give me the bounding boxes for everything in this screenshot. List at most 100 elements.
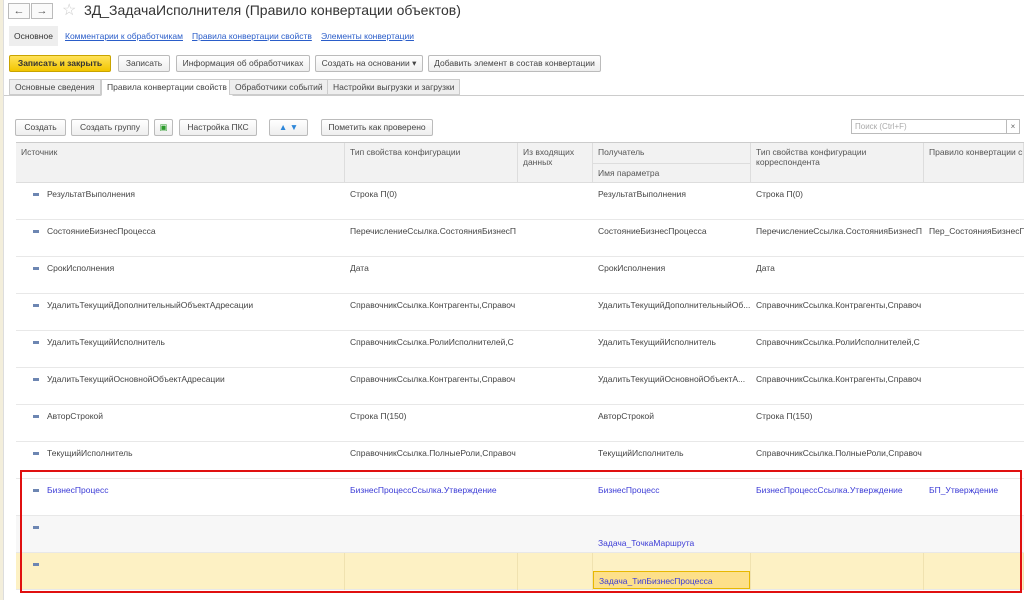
tab-general[interactable]: Основные сведения [9, 79, 101, 95]
cell-rule[interactable] [924, 331, 1024, 368]
table-row[interactable]: РезультатВыполнения Строка П(0) РезультатВ… [16, 183, 1024, 220]
cell-corr-type[interactable]: Строка П(0) [751, 183, 924, 220]
table-row[interactable]: БизнесПроцесс БизнесПроцессСсылка.Утвержд… [16, 479, 1024, 516]
property-rules-table[interactable]: Источник Тип свойства конфигурации Из вх… [16, 142, 1024, 600]
cell-incoming[interactable] [518, 331, 593, 368]
back-button[interactable]: ← [8, 3, 30, 19]
cell-rule[interactable] [924, 368, 1024, 405]
add-element-button[interactable]: Добавить элемент в состав конвертации [428, 55, 601, 72]
save-button[interactable]: Записать [118, 55, 170, 72]
clear-search-icon[interactable]: × [1006, 119, 1020, 134]
tab-property-rules[interactable]: Правила конвертации свойств [101, 79, 233, 96]
mark-checked-button[interactable]: Пометить как проверено [321, 119, 433, 136]
col-incoming[interactable]: Из входящих данных [518, 143, 593, 183]
cell-rule[interactable]: БП_Утверждение [924, 479, 1024, 516]
table-row[interactable]: УдалитьТекущийОсновнойОбъектАдресации Спр… [16, 368, 1024, 405]
cell-type[interactable]: СправочникСсылка.Контрагенты,Справоч [345, 294, 518, 331]
col-receiver[interactable]: Получатель Имя параметра [593, 143, 751, 183]
table-row[interactable]: АвторСтрокой Строка П(150) АвторСтрокой Стр… [16, 405, 1024, 442]
table-row[interactable]: ТекущийИсполнитель СправочникСсылка.Полны… [16, 442, 1024, 479]
handlers-info-button[interactable]: Информация об обработчиках [176, 55, 310, 72]
save-close-button[interactable]: Записать и закрыть [9, 55, 111, 72]
col-param[interactable]: Имя параметра [593, 163, 750, 182]
section-elements[interactable]: Элементы конвертации [321, 26, 414, 46]
cell-incoming[interactable] [518, 553, 593, 590]
favorite-star-icon[interactable]: ☆ [62, 0, 76, 20]
cell-incoming[interactable] [518, 257, 593, 294]
table-row[interactable]: СрокИсполнения Дата СрокИсполнения Дата [16, 257, 1024, 294]
section-comments[interactable]: Комментарии к обработчикам [65, 26, 183, 46]
cell-receiver[interactable]: БизнесПроцесс [593, 479, 751, 516]
cell-source[interactable]: РезультатВыполнения [16, 183, 345, 220]
cell-source[interactable]: ТекущийИсполнитель [16, 442, 345, 479]
create-button[interactable]: Создать [15, 119, 66, 136]
cell-corr-type[interactable]: СправочникСсылка.РолиИсполнителей,С [751, 331, 924, 368]
cell-rule[interactable] [924, 183, 1024, 220]
cell-receiver[interactable]: УдалитьТекущийДополнительныйОб... [593, 294, 751, 331]
cell-receiver[interactable]: СрокИсполнения [593, 257, 751, 294]
cell-corr-type[interactable]: СправочникСсылка.Контрагенты,Справоч [751, 294, 924, 331]
cell-source[interactable]: СостояниеБизнесПроцесса [16, 220, 345, 257]
cell-corr-type[interactable]: СправочникСсылка.Контрагенты,Справоч [751, 368, 924, 405]
cell-rule[interactable] [924, 516, 1024, 553]
table-row[interactable]: Задача_ТипБизнесПроцесса [16, 553, 1024, 590]
section-main[interactable]: Основное [9, 26, 58, 46]
section-property-rules[interactable]: Правила конвертации свойств [192, 26, 312, 46]
forward-button[interactable]: → [31, 3, 53, 19]
cell-type[interactable]: СправочникСсылка.РолиИсполнителей,С [345, 331, 518, 368]
cell-incoming[interactable] [518, 294, 593, 331]
cell-rule[interactable] [924, 442, 1024, 479]
cell-type[interactable]: СправочникСсылка.Контрагенты,Справоч [345, 368, 518, 405]
table-row[interactable]: УдалитьТекущийИсполнитель СправочникСсылк… [16, 331, 1024, 368]
table-row[interactable]: УдалитьТекущийДополнительныйОбъектАдреса… [16, 294, 1024, 331]
cell-rule[interactable] [924, 257, 1024, 294]
cell-source[interactable]: УдалитьТекущийОсновнойОбъектАдресации [16, 368, 345, 405]
table-row[interactable]: Задача_ТочкаМаршрута [16, 516, 1024, 553]
cell-source[interactable]: УдалитьТекущийДополнительныйОбъектАдреса… [16, 294, 345, 331]
col-rule[interactable]: Правило конвертации св [924, 143, 1024, 183]
cell-receiver[interactable]: УдалитьТекущийИсполнитель [593, 331, 751, 368]
create-group-button[interactable]: Создать группу [71, 119, 149, 136]
cell-receiver[interactable]: УдалитьТекущийОсновнойОбъектА... [593, 368, 751, 405]
cell-type[interactable]: Строка П(0) [345, 183, 518, 220]
arrow-down-icon[interactable]: ▼ [290, 122, 298, 132]
cell-rule[interactable] [924, 405, 1024, 442]
cell-incoming[interactable] [518, 220, 593, 257]
cell-type[interactable]: Дата [345, 257, 518, 294]
cell-source[interactable] [16, 516, 345, 553]
cell-receiver[interactable]: СостояниеБизнесПроцесса [593, 220, 751, 257]
col-type[interactable]: Тип свойства конфигурации [345, 143, 518, 183]
cell-receiver[interactable]: Задача_ТочкаМаршрута [593, 516, 751, 553]
create-based-button[interactable]: Создать на основании ▾ [315, 55, 423, 72]
cell-source[interactable]: АвторСтрокой [16, 405, 345, 442]
cell-rule[interactable]: Пер_СостоянияБизнесПр [924, 220, 1024, 257]
table-row[interactable]: СостояниеБизнесПроцесса ПеречислениеСсылк… [16, 220, 1024, 257]
param-name[interactable]: Задача_ТочкаМаршрута [593, 534, 751, 552]
cell-corr-type[interactable]: БизнесПроцессСсылка.Утверждение [751, 479, 924, 516]
cell-incoming[interactable] [518, 368, 593, 405]
cell-type[interactable] [345, 553, 518, 590]
cell-source[interactable] [16, 553, 345, 590]
cell-source[interactable]: УдалитьТекущийИсполнитель [16, 331, 345, 368]
pks-settings-button[interactable]: Настройка ПКС [179, 119, 257, 136]
col-corr-type[interactable]: Тип свойства конфигурации корреспондента [751, 143, 924, 183]
cell-corr-type[interactable]: ПеречислениеСсылка.СостоянияБизнесП [751, 220, 924, 257]
col-source[interactable]: Источник [16, 143, 345, 183]
cell-incoming[interactable] [518, 516, 593, 553]
cell-type[interactable]: Строка П(150) [345, 405, 518, 442]
arrow-up-icon[interactable]: ▲ [279, 122, 287, 132]
cell-corr-type[interactable]: Строка П(150) [751, 405, 924, 442]
tab-export-settings[interactable]: Настройки выгрузки и загрузки [327, 79, 461, 95]
add-file-icon[interactable]: ▣ [154, 119, 173, 136]
cell-type[interactable]: ПеречислениеСсылка.СостоянияБизнесП [345, 220, 518, 257]
cell-type[interactable]: БизнесПроцессСсылка.Утверждение [345, 479, 518, 516]
move-up-down-buttons[interactable]: ▲ ▼ [269, 119, 308, 136]
search-input[interactable]: Поиск (Ctrl+F) [851, 119, 1007, 134]
cell-rule[interactable] [924, 553, 1024, 590]
cell-receiver[interactable]: РезультатВыполнения [593, 183, 751, 220]
cell-source[interactable]: СрокИсполнения [16, 257, 345, 294]
cell-incoming[interactable] [518, 479, 593, 516]
cell-source[interactable]: БизнесПроцесс [16, 479, 345, 516]
cell-incoming[interactable] [518, 442, 593, 479]
cell-incoming[interactable] [518, 405, 593, 442]
